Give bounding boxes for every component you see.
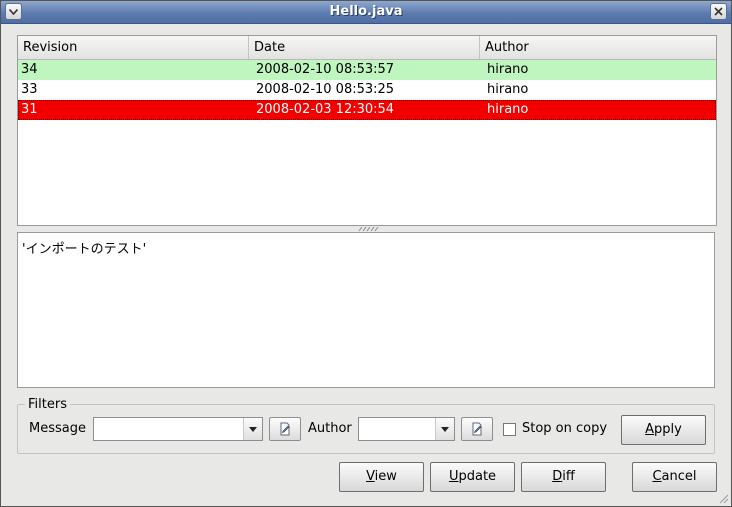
- revision-cell: 33: [21, 82, 38, 97]
- dialog-window: Hello.java Revision Date Author 34 2008-…: [0, 0, 732, 507]
- author-filter-combo[interactable]: [358, 417, 455, 441]
- revision-cell: 34: [21, 62, 38, 77]
- message-filter-label: Message: [29, 421, 86, 436]
- message-filter-edit-button[interactable]: [269, 417, 301, 441]
- column-header-date[interactable]: Date: [249, 36, 480, 59]
- resize-grip-icon[interactable]: [717, 492, 729, 504]
- author-cell: hirano: [487, 82, 529, 97]
- message-filter-combo[interactable]: [93, 417, 263, 441]
- close-icon: [714, 7, 723, 16]
- cancel-mnemonic: C: [652, 469, 662, 484]
- revision-cell: 31: [21, 102, 38, 117]
- diff-mnemonic: D: [552, 469, 563, 484]
- table-row-selected[interactable]: 31 2008-02-03 12:30:54 hirano: [18, 100, 716, 120]
- caret-down-icon: [249, 426, 257, 432]
- revision-table[interactable]: Revision Date Author 34 2008-02-10 08:53…: [17, 35, 717, 226]
- author-filter-label: Author: [308, 421, 352, 436]
- author-cell: hirano: [487, 62, 529, 77]
- stop-on-copy-checkbox[interactable]: [503, 423, 516, 436]
- view-label: iew: [374, 469, 397, 484]
- update-label: pdate: [458, 469, 497, 484]
- author-filter-edit-button[interactable]: [461, 417, 493, 441]
- diff-button[interactable]: Diff: [521, 462, 606, 492]
- view-mnemonic: V: [366, 469, 375, 484]
- column-header-revision[interactable]: Revision: [18, 36, 249, 59]
- apply-button[interactable]: Apply: [621, 415, 706, 445]
- date-cell: 2008-02-10 08:53:57: [256, 62, 395, 77]
- diff-label: iff: [562, 469, 575, 484]
- column-header-author[interactable]: Author: [480, 36, 716, 59]
- stop-on-copy-label[interactable]: Stop on copy: [522, 421, 607, 436]
- table-row[interactable]: 33 2008-02-10 08:53:25 hirano: [18, 80, 716, 100]
- filters-legend: Filters: [25, 397, 70, 412]
- close-button[interactable]: [710, 3, 727, 20]
- table-header: Revision Date Author: [18, 36, 716, 60]
- apply-label: pply: [654, 422, 682, 437]
- date-cell: 2008-02-03 12:30:54: [256, 102, 395, 117]
- document-edit-icon: [472, 422, 482, 436]
- cancel-button[interactable]: Cancel: [632, 462, 717, 492]
- apply-mnemonic: A: [645, 422, 655, 437]
- commit-message-text: 'インポートのテスト': [22, 242, 147, 257]
- table-row[interactable]: 34 2008-02-10 08:53:57 hirano: [18, 60, 716, 80]
- dropdown-arrow[interactable]: [243, 418, 262, 440]
- cancel-label: ancel: [661, 469, 697, 484]
- commit-message-area[interactable]: 'インポートのテスト': [17, 232, 715, 388]
- author-cell: hirano: [487, 102, 529, 117]
- view-button[interactable]: View: [339, 462, 424, 492]
- date-cell: 2008-02-10 08:53:25: [256, 82, 395, 97]
- title-bar[interactable]: Hello.java: [1, 1, 731, 24]
- window-title: Hello.java: [329, 4, 403, 19]
- update-button[interactable]: Update: [430, 462, 515, 492]
- document-edit-icon: [280, 422, 290, 436]
- caret-down-icon: [441, 426, 449, 432]
- dropdown-arrow[interactable]: [435, 418, 454, 440]
